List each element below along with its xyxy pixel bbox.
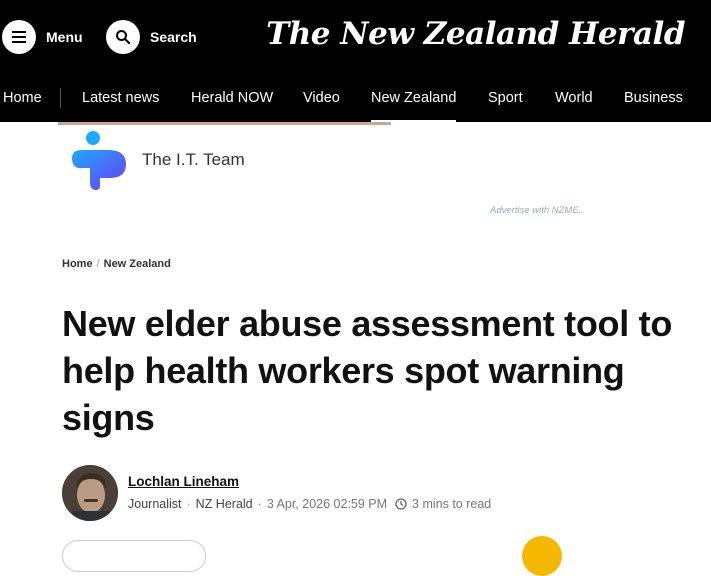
nav-item-herald-now[interactable]: Herald NOW	[191, 74, 273, 122]
share-button[interactable]	[62, 540, 206, 572]
gift-article-button[interactable]	[522, 536, 562, 576]
author-role: Journalist	[128, 497, 182, 511]
nav-item-business[interactable]: Business	[624, 74, 683, 122]
nav-item-world[interactable]: World	[555, 74, 593, 122]
advertise-note[interactable]: Advertise with NZME.	[490, 205, 581, 216]
section-nav: Home Latest news Herald NOW Video New Ze…	[0, 74, 711, 122]
nav-item-latest-news[interactable]: Latest news	[82, 74, 159, 122]
article-byline: Journalist · NZ Herald · 3 Apr, 2026 02:…	[128, 497, 491, 511]
nav-divider	[60, 88, 61, 108]
byline-separator: ·	[186, 497, 191, 511]
hamburger-icon	[2, 20, 36, 54]
breadcrumb-separator: /	[96, 258, 100, 270]
search-icon	[106, 20, 140, 54]
nav-item-home[interactable]: Home	[3, 74, 42, 122]
article-headline: New elder abuse assessment tool to help …	[62, 303, 673, 438]
search-label: Search	[150, 29, 197, 45]
nav-item-video[interactable]: Video	[303, 74, 340, 122]
publish-date: 3 Apr, 2026 02:59 PM	[266, 497, 388, 511]
byline-separator: ·	[257, 497, 262, 511]
author-avatar[interactable]	[62, 465, 118, 521]
nav-item-new-zealand[interactable]: New Zealand	[371, 74, 457, 122]
search-button[interactable]: Search	[106, 18, 197, 56]
breadcrumb-home[interactable]: Home	[62, 258, 93, 270]
outlet-name: NZ Herald	[195, 497, 253, 511]
breadcrumb-new-zealand[interactable]: New Zealand	[104, 258, 171, 270]
top-header: Menu Search The New Zealand Herald	[0, 0, 711, 74]
nav-item-new-zealand-label: New Zealand	[371, 90, 457, 106]
read-time: 3 mins to read	[412, 497, 492, 511]
ad-banner-strip[interactable]	[58, 122, 391, 125]
menu-button[interactable]: Menu	[2, 18, 83, 56]
clock-icon	[395, 498, 407, 510]
ad-brand-name[interactable]: The I.T. Team	[142, 150, 245, 170]
menu-label: Menu	[46, 29, 83, 45]
nav-item-sport[interactable]: Sport	[488, 74, 523, 122]
masthead-logo[interactable]: The New Zealand Herald	[266, 16, 685, 52]
breadcrumb: Home / New Zealand	[62, 258, 171, 270]
author-name-link[interactable]: Lochlan Lineham	[128, 474, 239, 489]
it-team-logo-icon[interactable]	[66, 128, 130, 192]
